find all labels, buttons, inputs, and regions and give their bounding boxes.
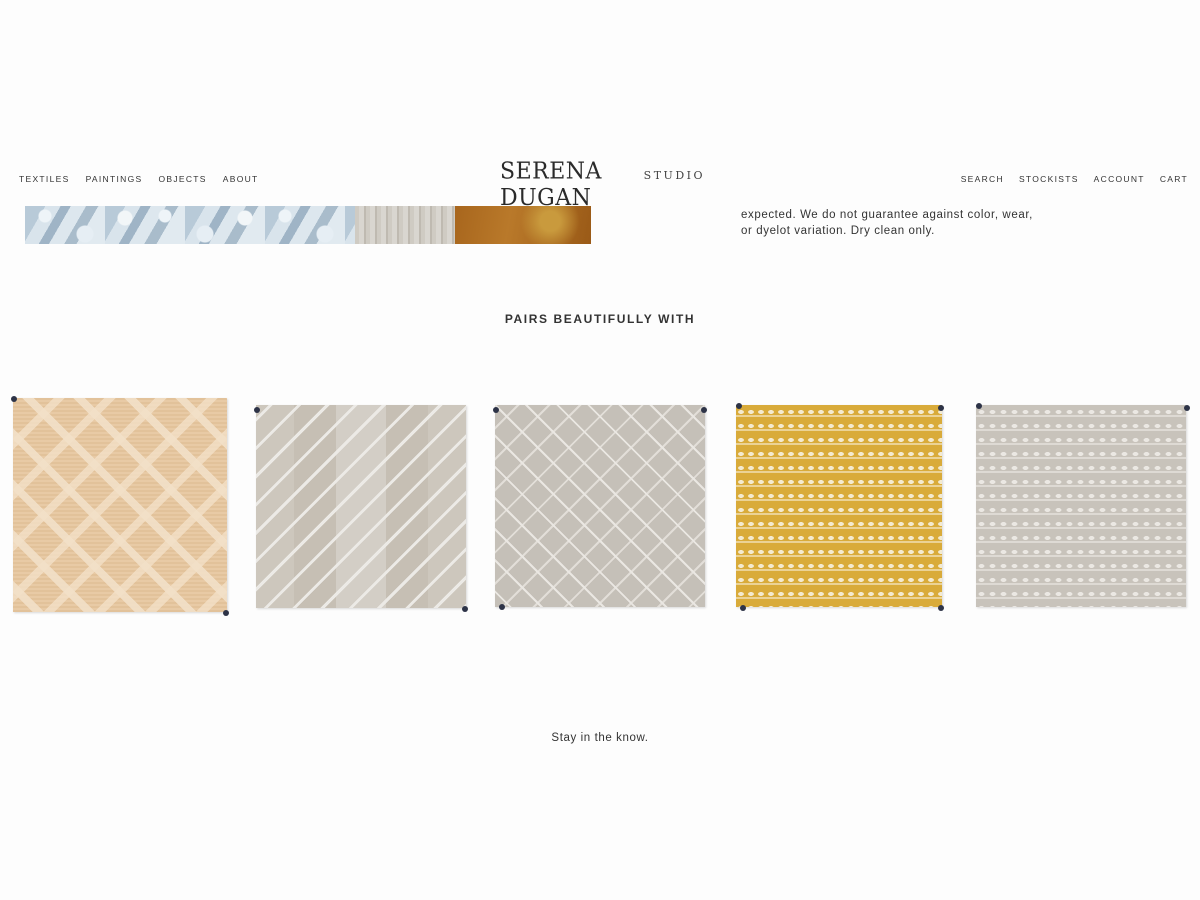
nav-search[interactable]: SEARCH [961, 174, 1004, 184]
product-thumbnail-pattern[interactable] [25, 206, 355, 244]
pin-icon [736, 403, 742, 409]
pairs-section-title: PAIRS BEAUTIFULLY WITH [504, 312, 696, 326]
nav-textiles[interactable]: TEXTILES [19, 174, 70, 184]
pairing-swatch-2[interactable] [254, 405, 468, 612]
pin-icon [499, 604, 505, 610]
nav-objects[interactable]: OBJECTS [158, 174, 206, 184]
pin-icon [740, 605, 746, 611]
nav-paintings[interactable]: PAINTINGS [86, 174, 143, 184]
pin-icon [462, 606, 468, 612]
pin-icon [938, 605, 944, 611]
pin-icon [938, 405, 944, 411]
product-image-strip[interactable] [25, 206, 591, 244]
pin-icon [493, 407, 499, 413]
utility-nav: SEARCH STOCKISTS ACCOUNT CART [961, 174, 1188, 184]
nav-about[interactable]: ABOUT [223, 174, 259, 184]
nav-stockists[interactable]: STOCKISTS [1019, 174, 1079, 184]
pairing-swatch-5[interactable] [976, 403, 1190, 607]
newsletter-heading: Stay in the know. [551, 732, 649, 744]
nav-account[interactable]: ACCOUNT [1094, 174, 1145, 184]
pin-icon [254, 407, 260, 413]
product-thumbnail-texture[interactable] [355, 206, 455, 244]
product-care-text: expected. We do not guarantee against co… [741, 209, 1033, 237]
logo-wordmark: SERENA DUGAN [500, 158, 602, 212]
nav-cart[interactable]: CART [1160, 174, 1188, 184]
pairing-swatch-4[interactable] [736, 403, 944, 611]
pin-icon [701, 407, 707, 413]
product-thumbnail-painting[interactable] [455, 206, 591, 244]
pairing-swatch-1[interactable] [11, 396, 229, 616]
pin-icon [223, 610, 229, 616]
pin-icon [976, 403, 982, 409]
pairing-swatch-3[interactable] [493, 405, 707, 610]
primary-nav: TEXTILES PAINTINGS OBJECTS ABOUT [19, 174, 259, 184]
site-logo[interactable]: SERENA DUGAN STUDIO [500, 159, 705, 212]
pin-icon [1184, 405, 1190, 411]
pin-icon [11, 396, 17, 402]
logo-subtitle: STUDIO [643, 169, 705, 182]
